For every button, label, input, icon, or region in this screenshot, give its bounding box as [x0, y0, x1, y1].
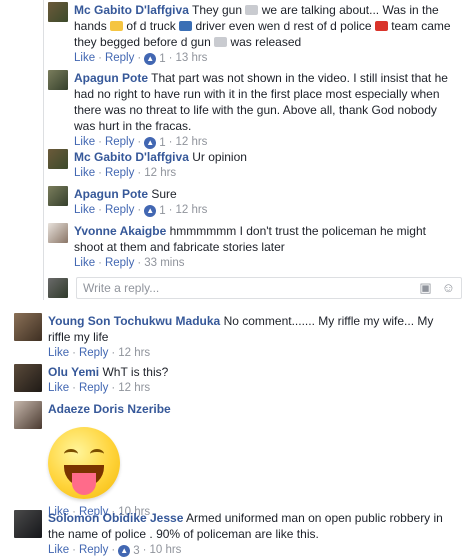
- like-link[interactable]: Like: [74, 257, 95, 269]
- tongue-out-sticker[interactable]: [48, 427, 120, 499]
- reply-comment: Mc Gabito D'laffgiva They gun we are tal…: [48, 2, 458, 67]
- comment: Young Son Tochukwu Maduka No comment....…: [14, 313, 454, 361]
- timestamp[interactable]: 12 hrs: [144, 167, 176, 179]
- thumbs-up-icon: ▲: [118, 545, 131, 557]
- commenter-name[interactable]: Solomon Obidike Jesse: [48, 511, 183, 525]
- reply-link[interactable]: Reply: [105, 257, 134, 269]
- reply-link[interactable]: Reply: [105, 136, 134, 148]
- avatar[interactable]: [48, 70, 68, 90]
- avatar[interactable]: [14, 401, 42, 429]
- like-count[interactable]: ▲ 3: [118, 544, 140, 559]
- reply-link[interactable]: Reply: [79, 544, 108, 556]
- reply-link[interactable]: Reply: [79, 382, 108, 394]
- reply-link[interactable]: Reply: [105, 204, 134, 216]
- comment: Olu Yemi WhT is this? Like · Reply · 12 hrs: [14, 364, 454, 396]
- avatar[interactable]: [48, 149, 68, 169]
- avatar[interactable]: [14, 313, 42, 341]
- timestamp[interactable]: 13 hrs: [175, 52, 207, 64]
- thumbs-up-icon: ▲: [144, 137, 157, 149]
- avatar[interactable]: [48, 186, 68, 206]
- avatar[interactable]: [48, 223, 68, 243]
- reply-comment: Mc Gabito D'laffgiva Ur opinion Like · Rep…: [48, 149, 458, 181]
- like-link[interactable]: Like: [74, 167, 95, 179]
- camera-icon[interactable]: ▣: [419, 280, 431, 296]
- pistol-emoji-icon: [245, 5, 259, 15]
- sticker-eye: [64, 449, 78, 459]
- timestamp[interactable]: 12 hrs: [118, 382, 150, 394]
- avatar[interactable]: [48, 2, 68, 22]
- commenter-name[interactable]: Young Son Tochukwu Maduka: [48, 314, 220, 328]
- comment: Solomon Obidike Jesse Armed uniformed ma…: [14, 510, 454, 559]
- reply-composer: Write a reply... ▣ ☺: [48, 277, 462, 299]
- reply-comment: Yvonne Akaigbe hmmmmmm I don't trust the…: [48, 223, 458, 271]
- timestamp[interactable]: 10 hrs: [149, 544, 181, 556]
- thumbs-up-icon: ▲: [144, 53, 157, 65]
- sticker-eye: [90, 449, 104, 459]
- like-link[interactable]: Like: [48, 347, 69, 359]
- timestamp[interactable]: 12 hrs: [118, 347, 150, 359]
- comment: Adaeze Doris Nzeribe Like · Reply · 10 hrs: [14, 401, 454, 520]
- timestamp[interactable]: 12 hrs: [175, 204, 207, 216]
- like-count[interactable]: ▲ 1: [144, 52, 166, 67]
- reply-link[interactable]: Reply: [105, 52, 134, 64]
- my-avatar: [48, 278, 68, 298]
- reply-comment: Apagun Pote That part was not shown in t…: [48, 70, 458, 151]
- timestamp[interactable]: 12 hrs: [175, 136, 207, 148]
- police-light-emoji-icon: [374, 21, 388, 31]
- commenter-name[interactable]: Mc Gabito D'laffgiva: [74, 3, 189, 17]
- like-link[interactable]: Like: [74, 136, 95, 148]
- reply-thread-line: [43, 0, 44, 300]
- like-link[interactable]: Like: [48, 382, 69, 394]
- reply-input[interactable]: Write a reply... ▣ ☺: [76, 277, 462, 299]
- like-link[interactable]: Like: [48, 544, 69, 556]
- like-link[interactable]: Like: [74, 204, 95, 216]
- reply-comment: Apagun Pote Sure Like · Reply · ▲ 1 · 12 hrs: [48, 186, 458, 219]
- smiley-icon[interactable]: ☺: [442, 280, 455, 296]
- commenter-name[interactable]: Apagun Pote: [74, 187, 148, 201]
- reply-link[interactable]: Reply: [79, 347, 108, 359]
- truck-emoji-icon: [179, 21, 193, 31]
- thumbs-up-icon: ▲: [144, 205, 157, 217]
- commenter-name[interactable]: Yvonne Akaigbe: [74, 224, 166, 238]
- reply-link[interactable]: Reply: [105, 167, 134, 179]
- timestamp[interactable]: 33 mins: [144, 257, 184, 269]
- avatar[interactable]: [14, 510, 42, 538]
- avatar[interactable]: [14, 364, 42, 392]
- raised-hands-emoji-icon: [110, 21, 124, 31]
- like-count[interactable]: ▲ 1: [144, 204, 166, 219]
- commenter-name[interactable]: Adaeze Doris Nzeribe: [48, 402, 171, 416]
- like-link[interactable]: Like: [74, 52, 95, 64]
- pistol-emoji-icon: [214, 37, 228, 47]
- commenter-name[interactable]: Olu Yemi: [48, 365, 99, 379]
- sticker-tongue: [72, 473, 96, 495]
- commenter-name[interactable]: Apagun Pote: [74, 71, 148, 85]
- commenter-name[interactable]: Mc Gabito D'laffgiva: [74, 150, 189, 164]
